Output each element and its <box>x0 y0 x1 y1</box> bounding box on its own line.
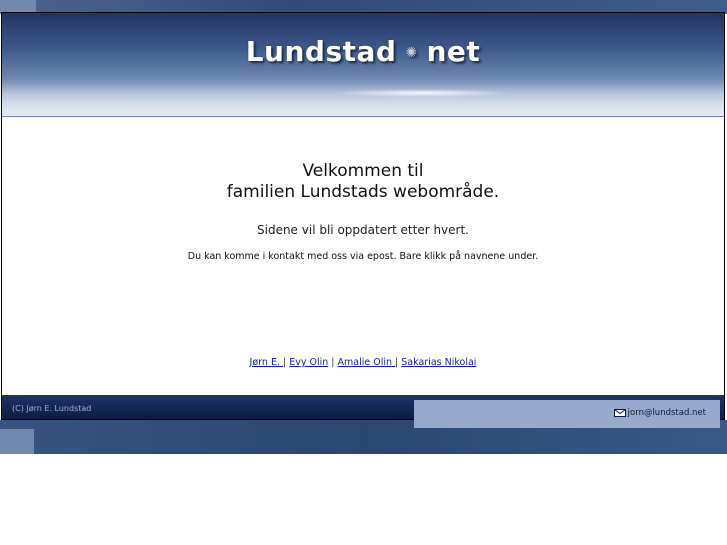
mail-icon <box>613 409 626 417</box>
background-tile <box>0 429 34 454</box>
page-frame: Lundstad ✺ net Velkommen til familien Lund… <box>1 12 725 428</box>
welcome-line-2: familien Lundstads webområde. <box>226 182 500 202</box>
link-amalie[interactable]: Amalie Olin <box>338 357 396 368</box>
email-address: jorn@lundstad.net <box>627 408 706 418</box>
footer-contact-panel: jorn@lundstad.net <box>414 400 720 428</box>
site-logo: Lundstad ✺ net <box>2 35 724 68</box>
link-evy[interactable]: Evy Olin <box>289 357 328 368</box>
link-separator: | <box>328 357 338 368</box>
header-light-streak <box>332 89 512 97</box>
update-notice: Sidene vil bli oppdatert etter hvert. <box>257 223 469 237</box>
welcome-line-1: Velkommen til <box>302 161 424 181</box>
header-banner: Lundstad ✺ net <box>2 13 724 117</box>
email-link[interactable]: jorn@lundstad.net <box>613 408 706 418</box>
logo-text-left: Lundstad <box>245 35 397 68</box>
header-glare <box>2 83 724 116</box>
copyright-text: (C) Jørn E. Lundstad <box>12 404 92 413</box>
contact-instructions: Du kan komme i kontakt med oss via epost… <box>187 251 539 262</box>
footer-bar: (C) Jørn E. Lundstad jorn@lundstad.net <box>2 395 724 428</box>
logo-text-right: net <box>426 35 481 68</box>
family-links: Jørn E. | Evy Olin | Amalie Olin | Sakar… <box>2 357 724 368</box>
link-jorn[interactable]: Jørn E. <box>250 357 283 368</box>
logo-dot-icon: ✺ <box>405 45 418 61</box>
link-sakarias[interactable]: Sakarias Nikolai <box>401 357 476 368</box>
welcome-heading: Velkommen til familien Lundstads webområ… <box>2 161 724 203</box>
